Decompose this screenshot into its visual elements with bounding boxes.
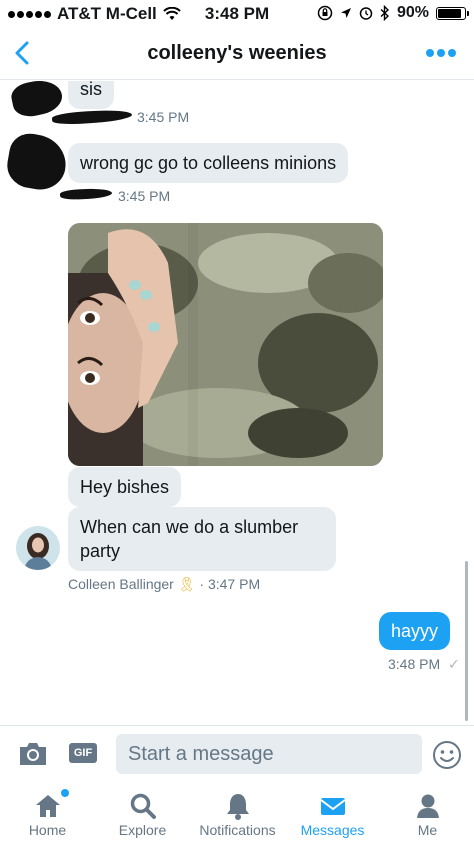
redaction-scribble (3, 130, 71, 194)
status-bar: AT&T M-Cell 3:48 PM 90% (0, 0, 474, 28)
message-bubble[interactable]: sis (68, 81, 114, 109)
message-text: wrong gc go to colleens minions (80, 153, 337, 173)
shared-photo[interactable] (68, 223, 383, 466)
tab-label: Explore (118, 822, 167, 838)
tab-label: Messages (300, 822, 365, 838)
tab-bar: Home Explore Notifications Messages Me (0, 783, 474, 843)
tab-me[interactable]: Me (380, 783, 474, 843)
selfie-image (68, 223, 383, 466)
message-text: Hey bishes (80, 477, 170, 497)
read-check-icon: ✓ (448, 656, 460, 672)
tab-messages[interactable]: Messages (285, 783, 380, 843)
tab-notifications[interactable]: Notifications (190, 783, 285, 843)
message-text: When can we do a slumber party (80, 517, 299, 561)
status-right: 90% (317, 4, 469, 22)
camera-icon[interactable] (18, 741, 48, 767)
outgoing-meta: 3:48 PM ✓ (388, 656, 460, 673)
message-bubble[interactable]: wrong gc go to colleens minions (68, 143, 349, 183)
home-icon (35, 795, 60, 817)
message-input[interactable] (116, 734, 422, 774)
emoji-icon[interactable] (432, 740, 462, 770)
message-composer: GIF (0, 725, 474, 783)
message-bubble[interactable]: When can we do a slumber party (68, 507, 336, 571)
conversation-header: colleeny's weenies (0, 28, 474, 80)
tab-home[interactable]: Home (0, 783, 95, 843)
more-options-icon[interactable] (426, 42, 460, 64)
message-text: hayyy (391, 621, 439, 641)
sender-name[interactable]: Colleen Ballinger (68, 576, 174, 592)
avatar-image (16, 526, 60, 570)
tab-explore[interactable]: Explore (95, 783, 190, 843)
rotation-lock-icon (317, 5, 333, 21)
bluetooth-icon (380, 5, 389, 21)
message-timestamp: 3:48 PM (388, 656, 441, 672)
redaction-scribble (9, 81, 65, 120)
message-timestamp: 3:45 PM (118, 188, 171, 204)
battery-icon (436, 6, 469, 20)
alarm-icon (359, 7, 373, 20)
gif-button[interactable]: GIF (69, 743, 97, 763)
home-badge-dot (61, 789, 69, 797)
message-sender-meta: Colleen Ballinger 🎗 · 3:47 PM (68, 576, 260, 593)
envelope-icon (319, 798, 346, 815)
bell-icon (226, 794, 249, 820)
message-text: sis (80, 81, 102, 99)
avatar[interactable] (16, 526, 60, 570)
message-timestamp: 3:45 PM (137, 109, 190, 125)
redaction-scribble (51, 108, 133, 126)
message-bubble[interactable]: Hey bishes (68, 467, 182, 507)
search-icon (130, 793, 156, 819)
message-timestamp: 3:47 PM (207, 576, 261, 592)
redaction-scribble (59, 187, 113, 201)
tab-label: Notifications (199, 822, 276, 838)
conversation-title[interactable]: colleeny's weenies (0, 42, 474, 65)
message-thread[interactable]: sis 3:45 PM wrong gc go to colleens mini… (0, 81, 474, 725)
location-icon (340, 8, 351, 18)
outgoing-message-bubble[interactable]: hayyy (379, 612, 451, 650)
ribbon-icon: 🎗 (177, 576, 196, 592)
separator: · (199, 576, 208, 592)
person-icon (416, 794, 439, 818)
battery-percent: 90% (396, 4, 429, 21)
scrollbar[interactable] (465, 561, 468, 721)
tab-label: Me (417, 822, 438, 838)
tab-label: Home (28, 822, 67, 838)
